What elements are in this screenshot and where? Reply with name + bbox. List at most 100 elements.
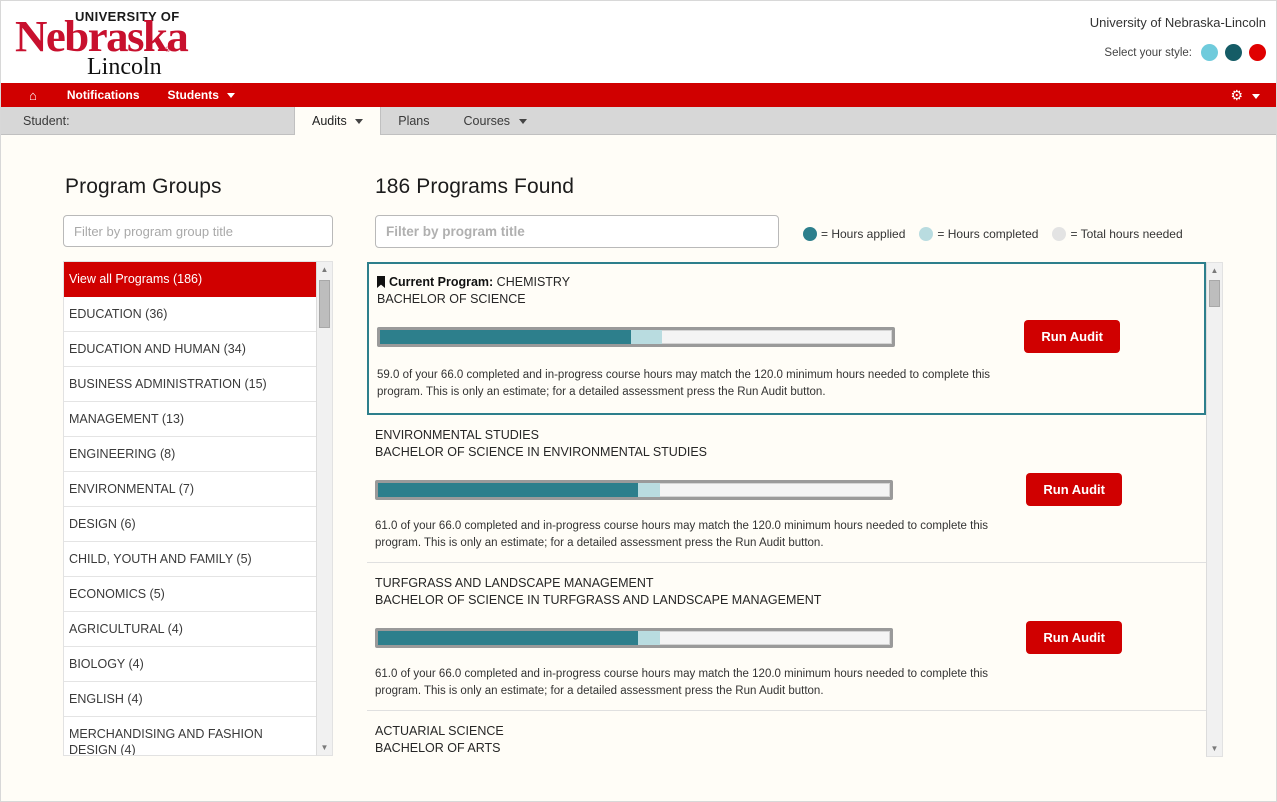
style-picker: Select your style: (1090, 44, 1266, 61)
program-progress-bar (375, 479, 893, 500)
program-card: ENVIRONMENTAL STUDIES BACHELOR OF SCIENCE… (367, 415, 1206, 563)
program-name: ENVIRONMENTAL STUDIES (375, 428, 539, 442)
legend-dot-hours-completed (919, 227, 934, 241)
tab-audits-label: Audits (312, 114, 347, 128)
style-swatch-light-blue[interactable] (1201, 44, 1218, 61)
progress-segment-hours-applied (378, 630, 639, 645)
program-name: TURFGRASS AND LANDSCAPE MANAGEMENT (375, 576, 654, 590)
tab-courses[interactable]: Courses (447, 107, 544, 134)
programs-scrollbar[interactable]: ▲ ▼ (1206, 262, 1223, 757)
program-group-item-label: AGRICULTURAL (4) (69, 622, 183, 636)
program-group-item-label: MANAGEMENT (13) (69, 412, 185, 426)
nav-item-notifications[interactable]: Notifications (53, 83, 154, 107)
program-progress-row: Run Audit (373, 473, 1192, 506)
program-group-item-label: DESIGN (6) (69, 517, 136, 531)
program-group-item[interactable]: CHILD, YOUTH AND FAMILY (5) (64, 542, 316, 577)
programs-panel: 186 Programs Found = Hours applied = Hou… (367, 175, 1223, 757)
program-group-item[interactable]: AGRICULTURAL (4) (64, 612, 316, 647)
bookmark-icon (377, 276, 385, 288)
program-group-item[interactable]: MANAGEMENT (13) (64, 402, 316, 437)
program-description: 61.0 of your 66.0 completed and in-progr… (375, 668, 989, 697)
student-tab-bar: Student: Audits Plans Courses (1, 107, 1276, 135)
run-audit-button[interactable]: Run Audit (1026, 473, 1122, 506)
current-program-label: Current Program: (389, 275, 494, 289)
scroll-down-arrow-icon[interactable]: ▼ (1207, 741, 1222, 756)
program-group-item[interactable]: EDUCATION AND HUMAN (34) (64, 332, 316, 367)
scrollbar-thumb[interactable] (319, 280, 330, 328)
run-audit-button[interactable]: Run Audit (1026, 621, 1122, 654)
brand-header: UNIVERSITY OF Nebraska ® Lincoln Univers… (1, 1, 1276, 83)
program-group-scrollbar[interactable]: ▲ ▼ (316, 261, 333, 756)
program-group-item-label: ENGLISH (4) (69, 692, 143, 706)
scroll-up-arrow-icon[interactable]: ▲ (317, 262, 332, 277)
program-description: 59.0 of your 66.0 completed and in-progr… (377, 369, 991, 398)
unl-logo[interactable]: UNIVERSITY OF Nebraska ® Lincoln (15, 7, 189, 79)
scrollbar-thumb[interactable] (1209, 280, 1220, 307)
scroll-up-arrow-icon[interactable]: ▲ (1207, 263, 1222, 278)
legend-item-hours-applied: = Hours applied (803, 227, 905, 241)
current-program-card: Current Program: CHEMISTRY BACHELOR OF SC… (367, 262, 1206, 415)
program-group-item-label: ENGINEERING (8) (69, 447, 176, 461)
style-picker-label: Select your style: (1104, 46, 1192, 59)
page-root: UNIVERSITY OF Nebraska ® Lincoln Univers… (0, 0, 1277, 802)
program-group-item[interactable]: ENVIRONMENTAL (7) (64, 472, 316, 507)
program-group-item[interactable]: MERCHANDISING AND FASHION DESIGN (4) (64, 717, 316, 756)
tab-audits[interactable]: Audits (294, 107, 382, 135)
legend-label-hours-applied: = Hours applied (821, 227, 906, 241)
nav-item-students[interactable]: Students (154, 83, 250, 107)
program-card: ACTUARIAL SCIENCEBACHELOR OF ARTSRun Aud… (367, 711, 1206, 757)
program-group-list-wrap: View all Programs (186) EDUCATION (36) EDU… (63, 261, 333, 756)
program-filter-input[interactable] (375, 215, 779, 248)
program-title: ACTUARIAL SCIENCE (375, 723, 1192, 740)
legend-dot-total-hours (1052, 227, 1067, 241)
program-group-item-label: ENVIRONMENTAL (7) (69, 482, 195, 496)
program-title: Current Program: CHEMISTRY (377, 274, 1190, 291)
program-progress-bar (375, 627, 893, 648)
program-group-item[interactable]: ENGINEERING (8) (64, 437, 316, 472)
logo-nebraska-text: Nebraska (15, 12, 189, 61)
progress-segment-hours-completed (638, 630, 660, 645)
program-group-item[interactable]: EDUCATION (36) (64, 297, 316, 332)
program-progress-bar (377, 326, 895, 347)
chevron-down-icon (355, 119, 364, 125)
progress-segment-hours-completed (638, 482, 660, 497)
program-group-item-label: MERCHANDISING AND FASHION DESIGN (4) (69, 727, 263, 756)
nav-home-button[interactable]: ⌂ (7, 83, 53, 107)
program-name: ACTUARIAL SCIENCE (375, 724, 504, 738)
legend-item-hours-completed: = Hours completed (919, 227, 1038, 241)
program-group-item[interactable]: ECONOMICS (5) (64, 577, 316, 612)
style-swatch-teal[interactable] (1225, 44, 1242, 61)
program-degree: BACHELOR OF ARTS (375, 741, 501, 755)
program-group-item[interactable]: View all Programs (186) (64, 262, 316, 297)
program-group-filter-input[interactable] (63, 215, 333, 247)
program-degree: BACHELOR OF SCIENCE IN TURFGRASS AND LAN… (375, 593, 822, 607)
progress-segment-total-hours-needed (659, 482, 890, 497)
gear-icon: ⚙ (1230, 87, 1244, 103)
chevron-down-icon (227, 93, 236, 99)
program-group-item[interactable]: DESIGN (6) (64, 507, 316, 542)
settings-gear-button[interactable]: ⚙ (1231, 83, 1260, 107)
program-title: TURFGRASS AND LANDSCAPE MANAGEMENT (375, 575, 1192, 592)
program-description: 61.0 of your 66.0 completed and in-progr… (375, 520, 989, 549)
program-progress-row: Run Audit (375, 320, 1190, 353)
legend-item-total-hours: = Total hours needed (1052, 227, 1183, 241)
chevron-down-icon (1252, 93, 1260, 99)
style-swatch-red[interactable] (1249, 44, 1266, 61)
tab-courses-label: Courses (463, 114, 511, 128)
program-group-item[interactable]: ENGLISH (4) (64, 682, 316, 717)
scroll-down-arrow-icon[interactable]: ▼ (317, 740, 332, 755)
nav-item-students-label: Students (167, 88, 219, 102)
program-group-item[interactable]: BIOLOGY (4) (64, 647, 316, 682)
program-group-item[interactable]: BUSINESS ADMINISTRATION (15) (64, 367, 316, 402)
program-group-item-label: BIOLOGY (4) (69, 657, 144, 671)
logo-registered-mark: ® (165, 47, 171, 54)
campus-name: University of Nebraska-Lincoln (1089, 15, 1266, 30)
run-audit-button[interactable]: Run Audit (1024, 320, 1120, 353)
progress-segment-hours-completed (630, 329, 662, 344)
tab-plans[interactable]: Plans (381, 107, 446, 134)
program-group-item-label: View all Programs (186) (69, 272, 203, 286)
program-group-item-label: ECONOMICS (5) (69, 587, 165, 601)
programs-found-title: 186 Programs Found (375, 175, 575, 198)
programs-list: Current Program: CHEMISTRY BACHELOR OF SC… (367, 262, 1206, 757)
progress-segment-hours-applied (380, 329, 631, 344)
